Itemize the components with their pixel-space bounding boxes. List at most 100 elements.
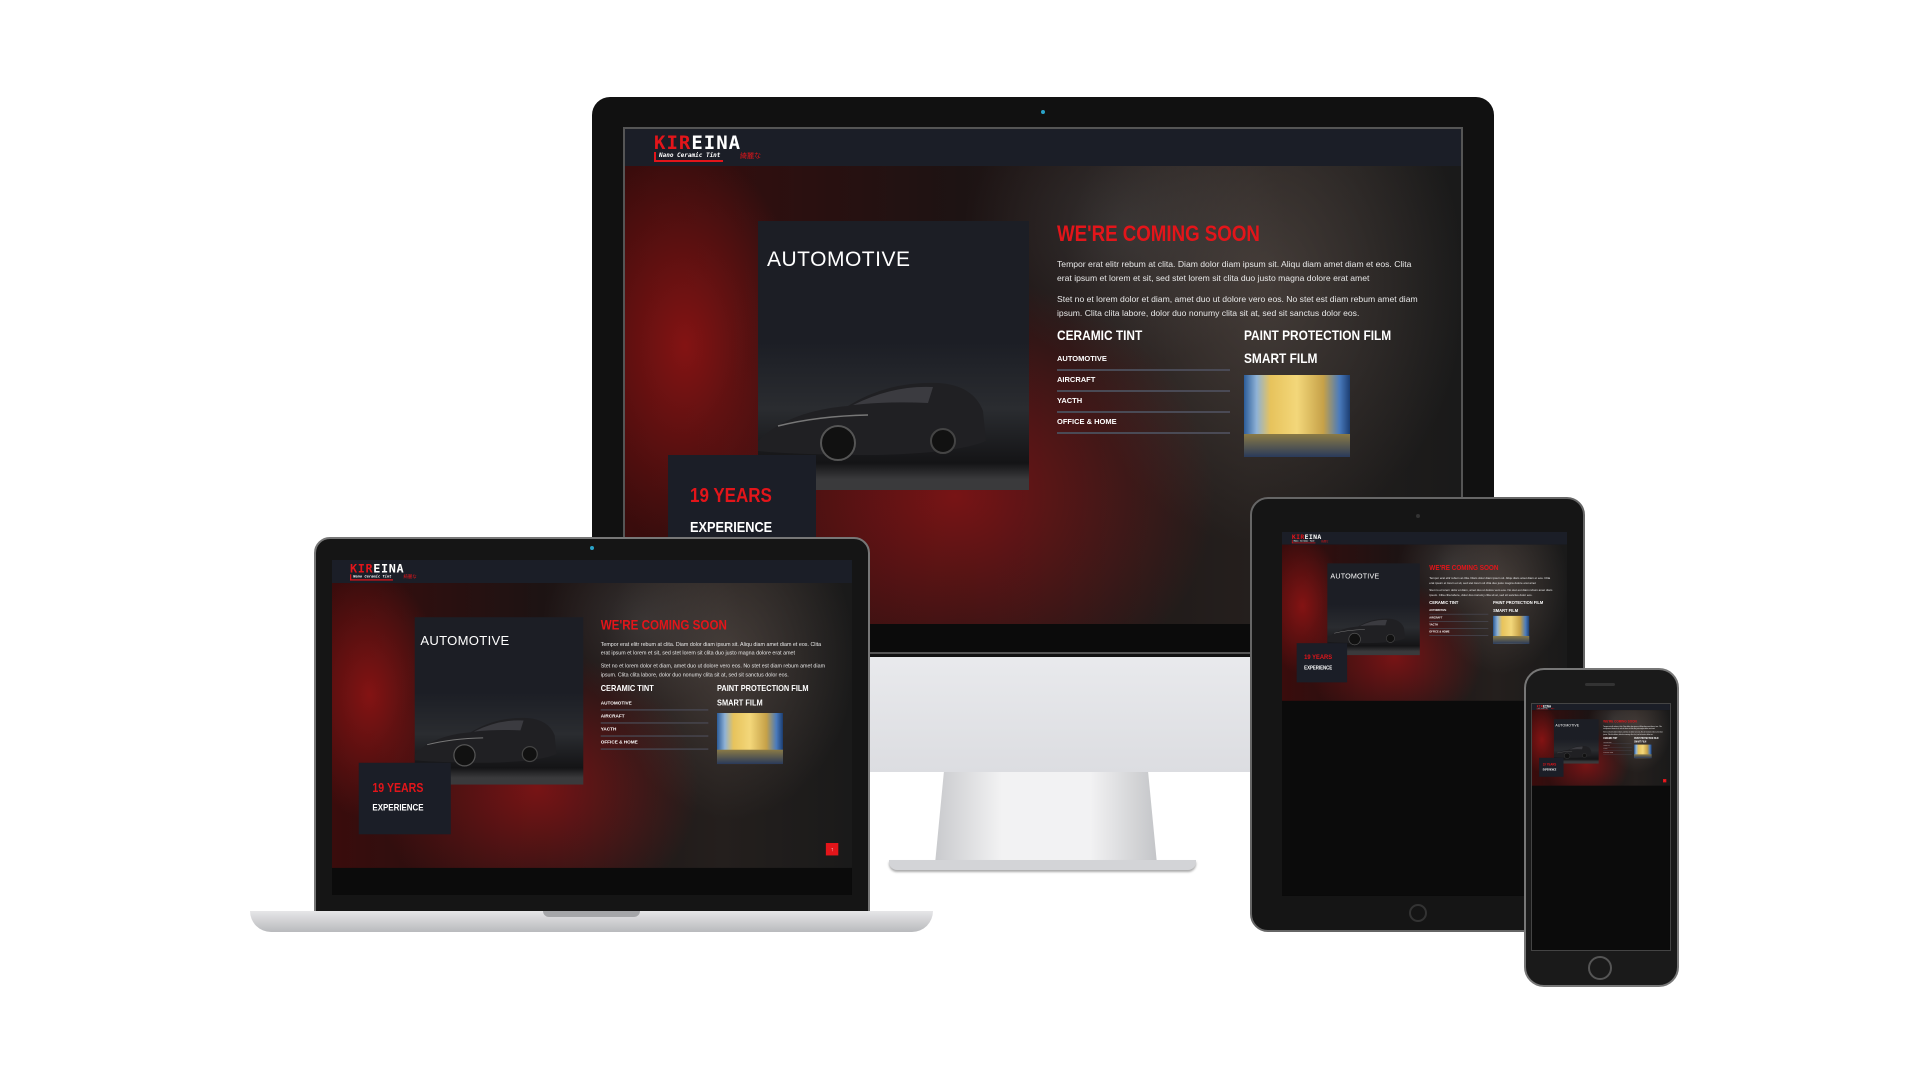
intro-paragraph-2: Stet no et lorem dolor et diam, amet duo… bbox=[1603, 731, 1663, 736]
intro-paragraph-1: Tempor erat elitr rebum at clita. Diam d… bbox=[1057, 259, 1412, 283]
automotive-card[interactable]: AUTOMOTIVE bbox=[414, 617, 584, 785]
automotive-card[interactable]: AUTOMOTIVE bbox=[1327, 563, 1420, 656]
automotive-title: AUTOMOTIVE bbox=[420, 634, 510, 649]
coming-soon-title: WE'RE COMING SOON bbox=[1057, 221, 1260, 246]
tablet-camera bbox=[1416, 514, 1420, 518]
ceramic-tint-heading: CERAMIC TINT bbox=[1057, 327, 1143, 343]
coming-soon-title: WE'RE COMING SOON bbox=[1603, 719, 1637, 724]
hero-section: AUTOMOTIVE 19 YEARS EXPERIENCE WE'RE COM… bbox=[332, 583, 852, 868]
experience-card: 19 YEARS EXPERIENCE bbox=[358, 762, 451, 835]
ceramic-tint-item-aircraft[interactable]: AIRCRAFT bbox=[1057, 371, 1230, 392]
experience-card: 19 YEARS EXPERIENCE bbox=[1296, 643, 1348, 683]
film-column: PAINT PROTECTION FILM SMART FILM bbox=[717, 683, 825, 765]
monitor-stand bbox=[935, 772, 1157, 864]
automotive-title: AUTOMOTIVE bbox=[767, 248, 911, 271]
ceramic-tint-item-automotive[interactable]: AUTOMOTIVE bbox=[1429, 607, 1489, 615]
smart-film-heading[interactable]: SMART FILM bbox=[1244, 350, 1391, 373]
back-to-top-button[interactable]: ↑ bbox=[825, 843, 839, 856]
logo-tagline: Nano Ceramic Tint bbox=[1291, 539, 1316, 544]
intro-content: WE'RE COMING SOON Tempor erat elitr rebu… bbox=[1057, 221, 1423, 457]
experience-card: 19 YEARS EXPERIENCE bbox=[1539, 757, 1564, 777]
intro-content: WE'RE COMING SOON Tempor erat elitr rebu… bbox=[600, 617, 829, 765]
phone-speaker bbox=[1585, 683, 1615, 686]
experience-label: EXPERIENCE bbox=[690, 519, 773, 536]
experience-years: 19 YEARS bbox=[690, 485, 772, 507]
sports-car-image bbox=[414, 717, 557, 767]
experience-label: EXPERIENCE bbox=[1542, 768, 1557, 772]
site-header: KIREINA Nano Ceramic Tint 綺麗な bbox=[625, 129, 1461, 166]
site-header: KIREINA Nano Ceramic Tint 綺麗な bbox=[332, 560, 852, 584]
experience-label: EXPERIENCE bbox=[1304, 664, 1333, 671]
paint-protection-film-heading[interactable]: PAINT PROTECTION FILM bbox=[1493, 600, 1543, 608]
phone-home-button[interactable] bbox=[1588, 956, 1612, 980]
intro-paragraph-2: Stet no et lorem dolor et diam, amet duo… bbox=[600, 662, 826, 678]
ceramic-tint-item-office-home[interactable]: OFFICE & HOME bbox=[1429, 629, 1489, 637]
logo-japanese: 綺麗な bbox=[1550, 707, 1555, 710]
logo-tagline: Nano Ceramic Tint bbox=[654, 152, 724, 162]
logo-text-red: KIR bbox=[654, 132, 692, 154]
hero-section: AUTOMOTIVE 19 YEARS EXPERIENCE WE'RE COM… bbox=[1532, 710, 1670, 786]
automotive-title: AUTOMOTIVE bbox=[1555, 723, 1580, 728]
arrow-up-icon: ↑ bbox=[1664, 779, 1666, 782]
phone-screen: KIREINA Nano Ceramic Tint 綺麗な AUTOMOTIVE… bbox=[1531, 703, 1671, 951]
film-column: PAINT PROTECTION FILM SMART FILM bbox=[1493, 600, 1552, 644]
smart-film-image bbox=[1634, 744, 1652, 759]
ceramic-tint-item-yacth[interactable]: YACTH bbox=[1057, 392, 1230, 413]
ceramic-tint-column: CERAMIC TINT AUTOMOTIVE AIRCRAFT YACTH O… bbox=[1429, 599, 1489, 644]
arrow-up-icon: ↑ bbox=[830, 846, 834, 853]
monitor-base bbox=[889, 860, 1196, 870]
hero-section: AUTOMOTIVE 19 YEARS EXPERIENCE WE'RE COM… bbox=[1282, 544, 1567, 701]
ceramic-tint-item-automotive[interactable]: AUTOMOTIVE bbox=[1057, 350, 1230, 371]
back-to-top-button[interactable]: ↑ bbox=[1663, 779, 1667, 783]
intro-paragraph-1: Tempor erat elitr rebum at clita. Diam d… bbox=[600, 640, 822, 656]
intro-content: WE'RE COMING SOON Tempor erat elitr rebu… bbox=[1429, 563, 1554, 644]
logo-text-white: EINA bbox=[691, 132, 742, 154]
experience-label: EXPERIENCE bbox=[372, 802, 424, 814]
kireina-logo[interactable]: KIREINA Nano Ceramic Tint 綺麗な bbox=[1536, 704, 1555, 710]
smart-film-image bbox=[1493, 615, 1530, 644]
intro-paragraph-1: Tempor erat elitr rebum at clita. Diam d… bbox=[1429, 576, 1551, 585]
intro-paragraph-2: Stet no et lorem dolor et diam, amet duo… bbox=[1057, 294, 1418, 318]
ceramic-tint-item-automotive[interactable]: AUTOMOTIVE bbox=[600, 697, 709, 711]
site-header: KIREINA Nano Ceramic Tint 綺麗な bbox=[1282, 532, 1567, 545]
ceramic-tint-column: CERAMIC TINT AUTOMOTIVE AIRCRAFT YACTH O… bbox=[1603, 737, 1632, 758]
experience-years: 19 YEARS bbox=[372, 781, 424, 796]
kireina-logo[interactable]: KIREINA Nano Ceramic Tint 綺麗な bbox=[652, 132, 767, 162]
laptop-notch bbox=[543, 911, 640, 917]
ceramic-tint-item-aircraft[interactable]: AIRCRAFT bbox=[1429, 615, 1489, 622]
logo-japanese: 綺麗な bbox=[403, 574, 417, 580]
paint-protection-film-heading[interactable]: PAINT PROTECTION FILM bbox=[717, 683, 809, 697]
sports-car-image bbox=[758, 382, 986, 461]
kireina-logo[interactable]: KIREINA Nano Ceramic Tint 綺麗な bbox=[1291, 533, 1330, 544]
intro-paragraph-2: Stet no et lorem dolor et diam, amet duo… bbox=[1429, 588, 1553, 597]
ceramic-tint-item-yacth[interactable]: YACTH bbox=[1429, 622, 1489, 629]
intro-paragraph-1: Tempor erat elitr rebum at clita. Diam d… bbox=[1603, 725, 1662, 730]
smart-film-heading[interactable]: SMART FILM bbox=[717, 697, 809, 711]
kireina-logo[interactable]: KIREINA Nano Ceramic Tint 綺麗な bbox=[349, 562, 421, 581]
ceramic-tint-item-yacth[interactable]: YACTH bbox=[600, 724, 709, 737]
ceramic-tint-column: CERAMIC TINT AUTOMOTIVE AIRCRAFT YACTH O… bbox=[1057, 327, 1230, 457]
smart-film-image bbox=[717, 713, 783, 765]
ceramic-tint-item-office-home[interactable]: OFFICE & HOME bbox=[1057, 413, 1230, 434]
logo-tagline: Nano Ceramic Tint bbox=[350, 574, 394, 581]
laptop-camera bbox=[590, 546, 594, 550]
sports-car-image bbox=[1327, 618, 1406, 646]
ceramic-tint-heading: CERAMIC TINT bbox=[600, 683, 654, 694]
ceramic-tint-column: CERAMIC TINT AUTOMOTIVE AIRCRAFT YACTH O… bbox=[600, 683, 709, 764]
ceramic-tint-item-office-home[interactable]: OFFICE & HOME bbox=[1603, 751, 1632, 755]
experience-years: 19 YEARS bbox=[1542, 762, 1557, 767]
paint-protection-film-heading[interactable]: PAINT PROTECTION FILM bbox=[1244, 327, 1391, 350]
automotive-title: AUTOMOTIVE bbox=[1330, 572, 1380, 581]
logo-japanese: 綺麗な bbox=[1321, 540, 1329, 543]
smart-film-heading[interactable]: SMART FILM bbox=[1493, 607, 1543, 615]
website: KIREINA Nano Ceramic Tint 綺麗な AUTOMOTIVE… bbox=[332, 560, 852, 895]
ceramic-tint-item-aircraft[interactable]: AIRCRAFT bbox=[600, 711, 709, 724]
coming-soon-title: WE'RE COMING SOON bbox=[600, 617, 727, 633]
ceramic-tint-item-office-home[interactable]: OFFICE & HOME bbox=[600, 737, 709, 750]
ceramic-tint-heading: CERAMIC TINT bbox=[1429, 599, 1459, 605]
automotive-card[interactable]: AUTOMOTIVE bbox=[758, 221, 1029, 490]
film-column: PAINT PROTECTION FILM SMART FILM bbox=[1244, 327, 1417, 457]
smart-film-image bbox=[1244, 375, 1350, 457]
tablet-home-button[interactable] bbox=[1409, 904, 1427, 922]
experience-years: 19 YEARS bbox=[1304, 653, 1333, 661]
